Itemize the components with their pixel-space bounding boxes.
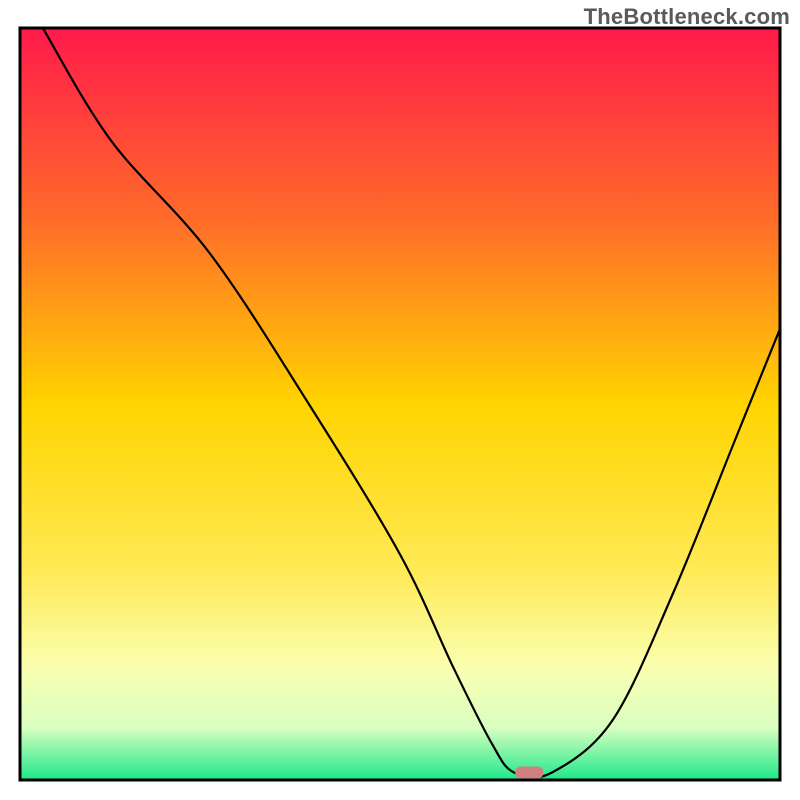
chart-svg bbox=[0, 0, 800, 800]
watermark-text: TheBottleneck.com bbox=[584, 4, 790, 30]
optimal-point-marker bbox=[515, 766, 543, 778]
plot-background bbox=[20, 28, 780, 780]
bottleneck-chart: TheBottleneck.com bbox=[0, 0, 800, 800]
